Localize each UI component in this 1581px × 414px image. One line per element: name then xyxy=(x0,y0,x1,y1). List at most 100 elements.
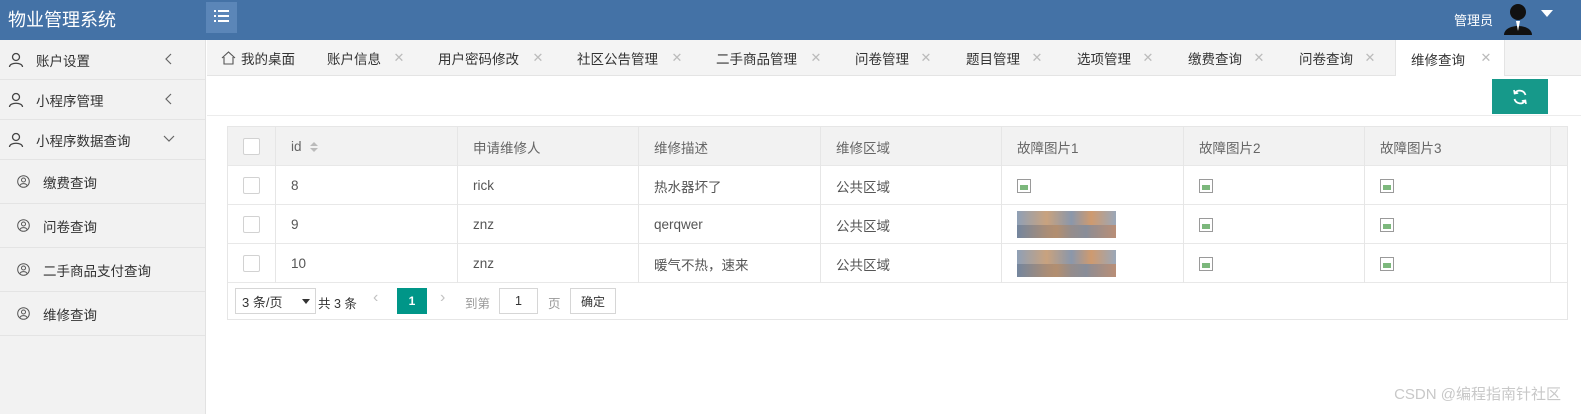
page-word-label: 页 xyxy=(548,297,561,311)
chevron-down-icon xyxy=(163,132,175,146)
close-icon[interactable]: ✕ xyxy=(1364,50,1376,66)
tab-payment-query[interactable]: 缴费查询 ✕ xyxy=(1188,40,1265,76)
close-icon[interactable]: ✕ xyxy=(393,50,405,66)
sidebar-group-account-settings[interactable]: 账户设置 xyxy=(0,40,205,80)
cell-applicant: rick xyxy=(458,166,639,205)
sidebar-item-repair-query[interactable]: 维修查询 xyxy=(0,292,205,336)
cell-description: 热水器坏了 xyxy=(639,166,821,205)
cell-id: 10 xyxy=(276,244,458,283)
user-icon xyxy=(8,52,24,68)
refresh-button[interactable] xyxy=(1492,79,1548,114)
cell-applicant: znz xyxy=(458,205,639,244)
cell-description: 暖气不热，速来 xyxy=(639,244,821,283)
close-icon[interactable]: ✕ xyxy=(671,50,683,66)
goto-page-input[interactable]: 1 xyxy=(499,288,538,314)
cell-image2 xyxy=(1184,244,1365,283)
table-header: id 申请维修人 维修描述 维修区域 故障图片1 故障图片2 故障图片3 xyxy=(228,127,1567,166)
user-menu-caret-icon[interactable] xyxy=(1541,10,1553,17)
header-image3: 故障图片3 xyxy=(1365,127,1551,166)
tab-repair-query[interactable]: 维修查询 ✕ xyxy=(1395,40,1505,77)
column-label: 故障图片1 xyxy=(1017,140,1079,156)
sidebar-item-label: 问卷查询 xyxy=(43,219,97,235)
tab-announcement-manage[interactable]: 社区公告管理 ✕ xyxy=(577,40,683,76)
fault-image-thumbnail[interactable] xyxy=(1017,211,1116,238)
user-circle-icon xyxy=(17,175,30,188)
close-icon[interactable]: ✕ xyxy=(532,50,544,66)
select-all-checkbox[interactable] xyxy=(243,138,260,155)
cell-id: 8 xyxy=(276,166,458,205)
admin-name[interactable]: 管理员 xyxy=(1454,10,1493,29)
tab-label: 问卷查询 xyxy=(1299,52,1353,67)
sidebar-item-secondhand-payment-query[interactable]: 二手商品支付查询 xyxy=(0,248,205,292)
tab-label: 题目管理 xyxy=(966,52,1020,67)
cell-image2 xyxy=(1184,166,1365,205)
sidebar-item-label: 维修查询 xyxy=(43,307,97,323)
user-circle-icon xyxy=(17,263,30,276)
sidebar-item-survey-query[interactable]: 问卷查询 xyxy=(0,204,205,248)
sidebar: 账户设置 小程序管理 小程序数据查询 缴费查询 问卷查询 二手商品支付查询 维修… xyxy=(0,40,206,414)
confirm-goto-button[interactable]: 确定 xyxy=(570,288,616,314)
sidebar-item-label: 缴费查询 xyxy=(43,175,97,191)
next-page-icon[interactable]: › xyxy=(440,289,445,307)
row-checkbox[interactable] xyxy=(243,255,260,272)
tab-label: 社区公告管理 xyxy=(577,52,658,67)
broken-image-icon[interactable] xyxy=(1199,256,1213,271)
tab-password-change[interactable]: 用户密码修改 ✕ xyxy=(438,40,544,76)
top-header: 物业管理系统 管理员 xyxy=(0,0,1581,40)
row-checkbox-cell xyxy=(228,205,276,244)
sidebar-group-label: 小程序数据查询 xyxy=(36,133,131,149)
tab-my-desktop[interactable]: 我的桌面 xyxy=(221,40,307,76)
column-label: 维修描述 xyxy=(654,140,708,156)
refresh-icon xyxy=(1511,88,1529,106)
user-avatar-icon[interactable] xyxy=(1501,1,1535,35)
close-icon[interactable]: ✕ xyxy=(810,50,822,66)
header-id[interactable]: id xyxy=(276,127,458,166)
close-icon[interactable]: ✕ xyxy=(1031,50,1043,66)
broken-image-icon[interactable] xyxy=(1199,178,1213,193)
row-checkbox[interactable] xyxy=(243,177,260,194)
tab-option-manage[interactable]: 选项管理 ✕ xyxy=(1077,40,1154,76)
close-icon[interactable]: ✕ xyxy=(920,50,932,66)
broken-image-icon[interactable] xyxy=(1199,217,1213,232)
pagination: 3 条/页 共 3 条 ‹ 1 › 到第 1 页 确定 xyxy=(228,283,1567,320)
broken-image-icon[interactable] xyxy=(1380,256,1394,271)
row-checkbox-cell xyxy=(228,166,276,205)
tab-survey-manage[interactable]: 问卷管理 ✕ xyxy=(855,40,932,76)
row-checkbox[interactable] xyxy=(243,216,260,233)
tab-bar: 我的桌面 账户信息 ✕ 用户密码修改 ✕ 社区公告管理 ✕ 二手商品管理 ✕ 问… xyxy=(207,40,1581,77)
tab-question-manage[interactable]: 题目管理 ✕ xyxy=(966,40,1043,76)
close-icon[interactable]: ✕ xyxy=(1142,50,1154,66)
sidebar-item-payment-query[interactable]: 缴费查询 xyxy=(0,160,205,204)
sidebar-group-label: 账户设置 xyxy=(36,53,90,69)
column-label: id xyxy=(291,139,302,154)
broken-image-icon[interactable] xyxy=(1380,178,1394,193)
tab-survey-query[interactable]: 问卷查询 ✕ xyxy=(1299,40,1376,76)
sidebar-group-miniprogram-manage[interactable]: 小程序管理 xyxy=(0,80,205,120)
sidebar-group-miniprogram-data[interactable]: 小程序数据查询 xyxy=(0,120,205,160)
broken-image-icon[interactable] xyxy=(1380,217,1394,232)
sidebar-item-label: 二手商品支付查询 xyxy=(43,263,151,279)
user-icon xyxy=(8,132,24,148)
page-size-select[interactable]: 3 条/页 xyxy=(235,288,316,314)
close-icon[interactable]: ✕ xyxy=(1253,50,1265,66)
column-label: 维修区域 xyxy=(836,140,890,156)
cell-area: 公共区域 xyxy=(821,244,1002,283)
tab-secondhand-manage[interactable]: 二手商品管理 ✕ xyxy=(716,40,822,76)
header-image2: 故障图片2 xyxy=(1184,127,1365,166)
page-number-current[interactable]: 1 xyxy=(397,288,427,314)
table-row: 9 znz qerqwer 公共区域 xyxy=(228,205,1567,244)
tab-label: 维修查询 xyxy=(1411,52,1465,68)
fault-image-thumbnail[interactable] xyxy=(1017,250,1116,277)
page-size-value: 3 条/页 xyxy=(242,294,283,310)
close-icon[interactable]: ✕ xyxy=(1480,50,1492,66)
broken-image-icon[interactable] xyxy=(1017,178,1031,193)
tab-label: 二手商品管理 xyxy=(716,52,797,67)
user-circle-icon xyxy=(17,219,30,232)
tab-account-info[interactable]: 账户信息 ✕ xyxy=(327,40,405,76)
tab-label: 我的桌面 xyxy=(241,52,295,67)
cell-applicant: znz xyxy=(458,244,639,283)
hamburger-icon xyxy=(214,10,229,25)
menu-toggle-button[interactable] xyxy=(206,2,237,33)
prev-page-icon[interactable]: ‹ xyxy=(373,289,378,307)
sort-icon[interactable] xyxy=(309,141,318,152)
